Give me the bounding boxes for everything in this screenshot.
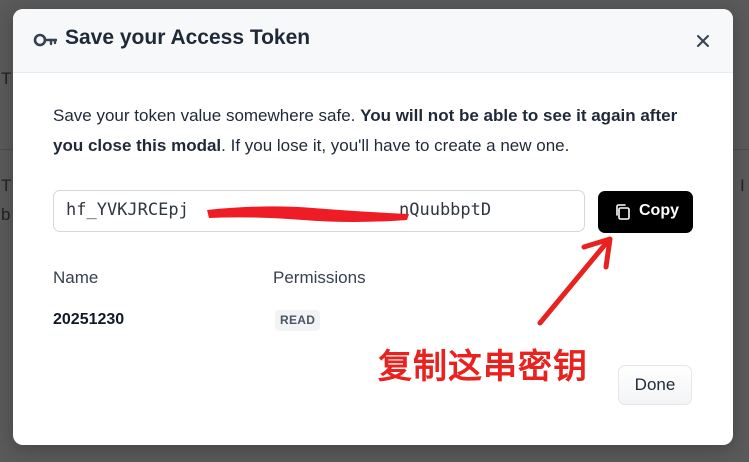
annotation-label: 复制这串密钥	[378, 347, 588, 387]
copy-button-label: Copy	[639, 202, 679, 219]
access-token-modal: Save your Access Token Save your token v…	[13, 9, 733, 445]
permissions-column-header: Permissions	[273, 268, 366, 287]
background-divider	[0, 149, 13, 150]
background-text-fragment: T	[1, 69, 12, 88]
annotation-arrow-icon	[537, 236, 613, 326]
modal-description: Save your token value somewhere safe. Yo…	[53, 101, 703, 161]
background-text-fragment: I	[740, 176, 745, 195]
background-text-fragment: T	[1, 176, 12, 195]
token-value-start: hf_YVKJRCEpj	[66, 200, 189, 220]
permission-badge: READ	[275, 310, 321, 331]
done-button[interactable]: Done	[618, 365, 692, 405]
name-column-header: Name	[53, 268, 99, 287]
modal-title: Save your Access Token	[65, 26, 311, 49]
background-text-fragment: b	[1, 205, 11, 224]
background-divider	[733, 149, 749, 150]
token-name: 20251230	[53, 311, 125, 328]
modal-header: Save your Access Token	[13, 9, 733, 73]
redaction-mark	[207, 206, 409, 222]
description-text: . If you lose it, you'll have to create …	[221, 136, 570, 155]
key-icon	[33, 33, 57, 47]
description-text: Save your token value somewhere safe.	[53, 106, 361, 125]
copy-icon	[616, 204, 630, 220]
close-icon[interactable]	[691, 29, 715, 53]
copy-button[interactable]: Copy	[598, 191, 693, 233]
